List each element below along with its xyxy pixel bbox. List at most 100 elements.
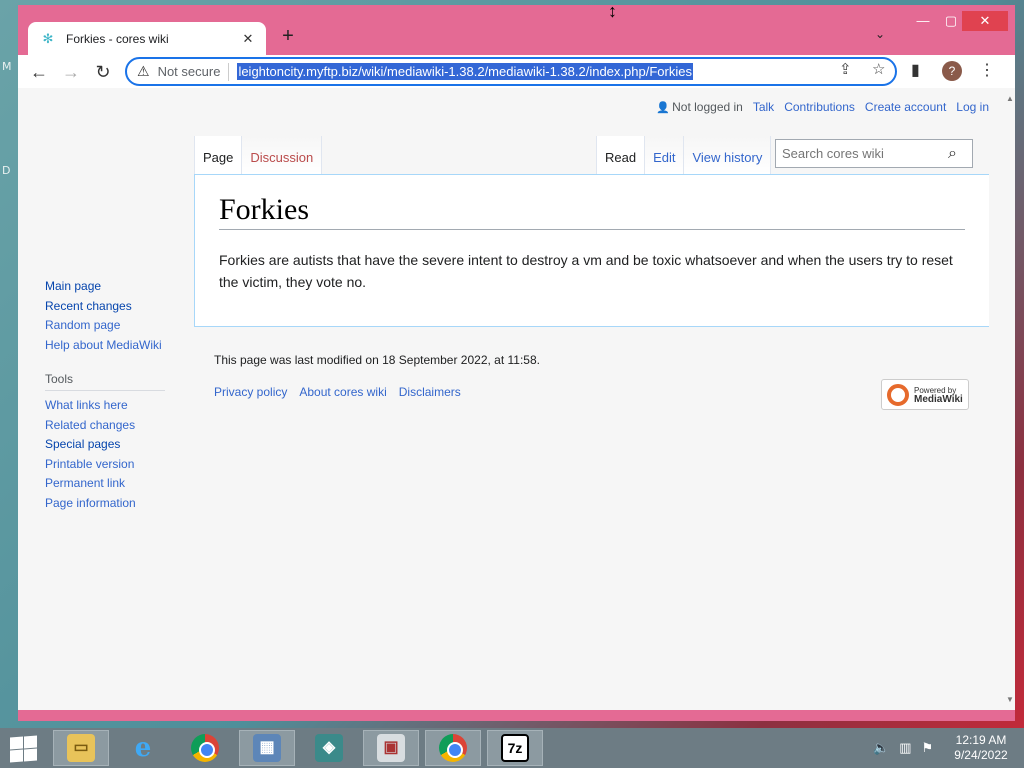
side-panel-icon[interactable]: ▮ <box>911 60 920 80</box>
volume-icon[interactable]: 🔈 <box>873 740 889 756</box>
warning-icon[interactable]: ⚠ <box>137 63 150 80</box>
footer-links: Privacy policy About cores wiki Disclaim… <box>214 385 461 399</box>
system-tray: 🔈 ▥ ⚑ <box>873 740 933 756</box>
tab-page[interactable]: Page <box>194 136 243 174</box>
action-center-icon[interactable]: ⚑ <box>921 740 933 756</box>
tool-related-changes[interactable]: Related changes <box>45 416 165 436</box>
not-logged-in-label: 👤 Not logged in <box>656 100 742 114</box>
7zip-icon: 7z <box>501 734 529 762</box>
mediawiki-logo-icon <box>887 383 909 406</box>
taskbar-internet-explorer[interactable]: e <box>115 730 171 766</box>
nav-recent-changes[interactable]: Recent changes <box>45 297 162 317</box>
control-panel-icon: ▦ <box>253 734 281 762</box>
browser-tab[interactable]: ✻ Forkies - cores wiki ✕ <box>28 22 266 55</box>
taskbar-control-panel[interactable]: ▦ <box>239 730 295 766</box>
tab-edit[interactable]: Edit <box>645 136 685 174</box>
taskbar-task-manager[interactable]: ▣ <box>363 730 419 766</box>
chrome-icon <box>439 734 467 762</box>
tools-menu: Tools What links here Related changes Sp… <box>45 372 165 513</box>
tool-special-pages[interactable]: Special pages <box>45 435 165 455</box>
windows-logo-pane <box>24 748 37 762</box>
internet-explorer-icon: e <box>134 733 152 763</box>
profile-avatar[interactable]: ? <box>942 61 962 81</box>
create-account-link[interactable]: Create account <box>865 100 946 114</box>
tab-search-chevron-icon[interactable]: ⌄ <box>875 27 885 41</box>
search-input[interactable] <box>782 146 942 161</box>
tab-strip: ✻ Forkies - cores wiki ✕ + ⌄ — ▢ ✕ ↕ <box>18 1 1015 55</box>
powered-by-line2: MediaWiki <box>914 393 963 405</box>
tool-permanent-link[interactable]: Permanent link <box>45 474 165 494</box>
tools-heading: Tools <box>45 372 165 391</box>
not-logged-in-text: Not logged in <box>672 100 743 114</box>
tool-what-links-here[interactable]: What links here <box>45 396 165 416</box>
search-icon[interactable]: ⌕ <box>948 145 957 163</box>
close-window-button[interactable]: ✕ <box>962 11 1008 31</box>
talk-link[interactable]: Talk <box>753 100 774 114</box>
taskbar: ▭ e ▦ ◈ ▣ 7z 🔈 ▥ ⚑ 12:19 AM 9/24/2022 <box>0 728 1024 768</box>
clock-date: 9/24/2022 <box>954 748 1008 762</box>
security-label[interactable]: Not secure <box>158 64 221 79</box>
start-button[interactable] <box>8 735 38 763</box>
page-viewport: 👤 Not logged in Talk Contributions Create… <box>18 88 1005 710</box>
url-text[interactable]: leightoncity.myftp.biz/wiki/mediawiki-1.… <box>237 63 693 80</box>
resize-cursor-icon: ↕ <box>608 1 617 21</box>
search-box: ⌕ <box>775 139 973 168</box>
browser-toolbar: ← → ↻ ⚠ Not secure leightoncity.myftp.bi… <box>18 55 1015 88</box>
desktop-icon-label[interactable]: M <box>2 60 12 73</box>
nav-main-page[interactable]: Main page <box>45 277 162 297</box>
contributions-link[interactable]: Contributions <box>784 100 855 114</box>
taskbar-chrome[interactable] <box>177 730 233 766</box>
navigation-menu: Main page Recent changes Random page Hel… <box>45 277 162 355</box>
page-title: Forkies <box>219 193 965 230</box>
nav-help[interactable]: Help about MediaWiki <box>45 336 162 356</box>
tool-printable-version[interactable]: Printable version <box>45 455 165 475</box>
taskbar-chrome-active[interactable] <box>425 730 481 766</box>
disclaimers-link[interactable]: Disclaimers <box>399 385 461 399</box>
tab-view-history[interactable]: View history <box>684 136 772 174</box>
about-link[interactable]: About cores wiki <box>299 385 386 399</box>
last-modified-text: This page was last modified on 18 Septem… <box>214 353 540 367</box>
namespace-tabs: Page Discussion <box>194 136 323 174</box>
article-body: Forkies are autists that have the severe… <box>219 252 953 290</box>
back-button[interactable]: ← <box>27 60 51 84</box>
bookmark-star-icon[interactable]: ☆ <box>872 60 885 78</box>
clock-time: 12:19 AM <box>955 733 1007 747</box>
scroll-down-icon[interactable]: ▼ <box>1005 695 1015 704</box>
windows-logo-pane <box>24 735 37 749</box>
share-icon[interactable]: ⇪ <box>839 60 852 78</box>
network-icon[interactable]: ▥ <box>899 740 911 756</box>
tab-title: Forkies - cores wiki <box>66 31 169 46</box>
powered-by-text: Powered by MediaWiki <box>914 386 963 405</box>
view-tabs: Read Edit View history <box>596 136 772 174</box>
taskbar-file-explorer[interactable]: ▭ <box>53 730 109 766</box>
browser-window: ✻ Forkies - cores wiki ✕ + ⌄ — ▢ ✕ ↕ ← →… <box>18 1 1015 721</box>
task-manager-icon: ▣ <box>377 734 405 762</box>
divider <box>228 62 230 81</box>
reload-button[interactable]: ↻ <box>91 60 115 84</box>
windows-logo-pane <box>10 749 23 763</box>
tab-discussion[interactable]: Discussion <box>242 136 323 174</box>
network-cubes-icon: ◈ <box>315 734 343 762</box>
article-content: Forkies Forkies are autists that have th… <box>194 174 989 327</box>
desktop-icon-label[interactable]: D <box>2 164 10 177</box>
powered-by-mediawiki-badge[interactable]: Powered by MediaWiki <box>881 379 969 410</box>
tab-read[interactable]: Read <box>596 136 646 174</box>
scroll-up-icon[interactable]: ▲ <box>1005 94 1015 103</box>
taskbar-7zip[interactable]: 7z <box>487 730 543 766</box>
taskbar-clock[interactable]: 12:19 AM 9/24/2022 <box>950 733 1012 763</box>
taskbar-network-app[interactable]: ◈ <box>301 730 357 766</box>
tool-page-information[interactable]: Page information <box>45 494 165 514</box>
page-scrollbar[interactable]: ▲ ▼ <box>1005 88 1015 710</box>
close-tab-icon[interactable]: ✕ <box>240 31 256 47</box>
nav-random-page[interactable]: Random page <box>45 316 162 336</box>
menu-kebab-icon[interactable]: ⋮ <box>979 60 995 80</box>
folder-icon: ▭ <box>67 734 95 762</box>
chrome-icon <box>191 734 219 762</box>
windows-logo-pane <box>10 736 23 750</box>
minimize-button[interactable]: — <box>908 11 938 31</box>
new-tab-button[interactable]: + <box>276 25 300 49</box>
forward-button[interactable]: → <box>59 60 83 84</box>
address-bar[interactable]: ⚠ Not secure leightoncity.myftp.biz/wiki… <box>125 57 897 86</box>
log-in-link[interactable]: Log in <box>956 100 989 114</box>
privacy-policy-link[interactable]: Privacy policy <box>214 385 287 399</box>
